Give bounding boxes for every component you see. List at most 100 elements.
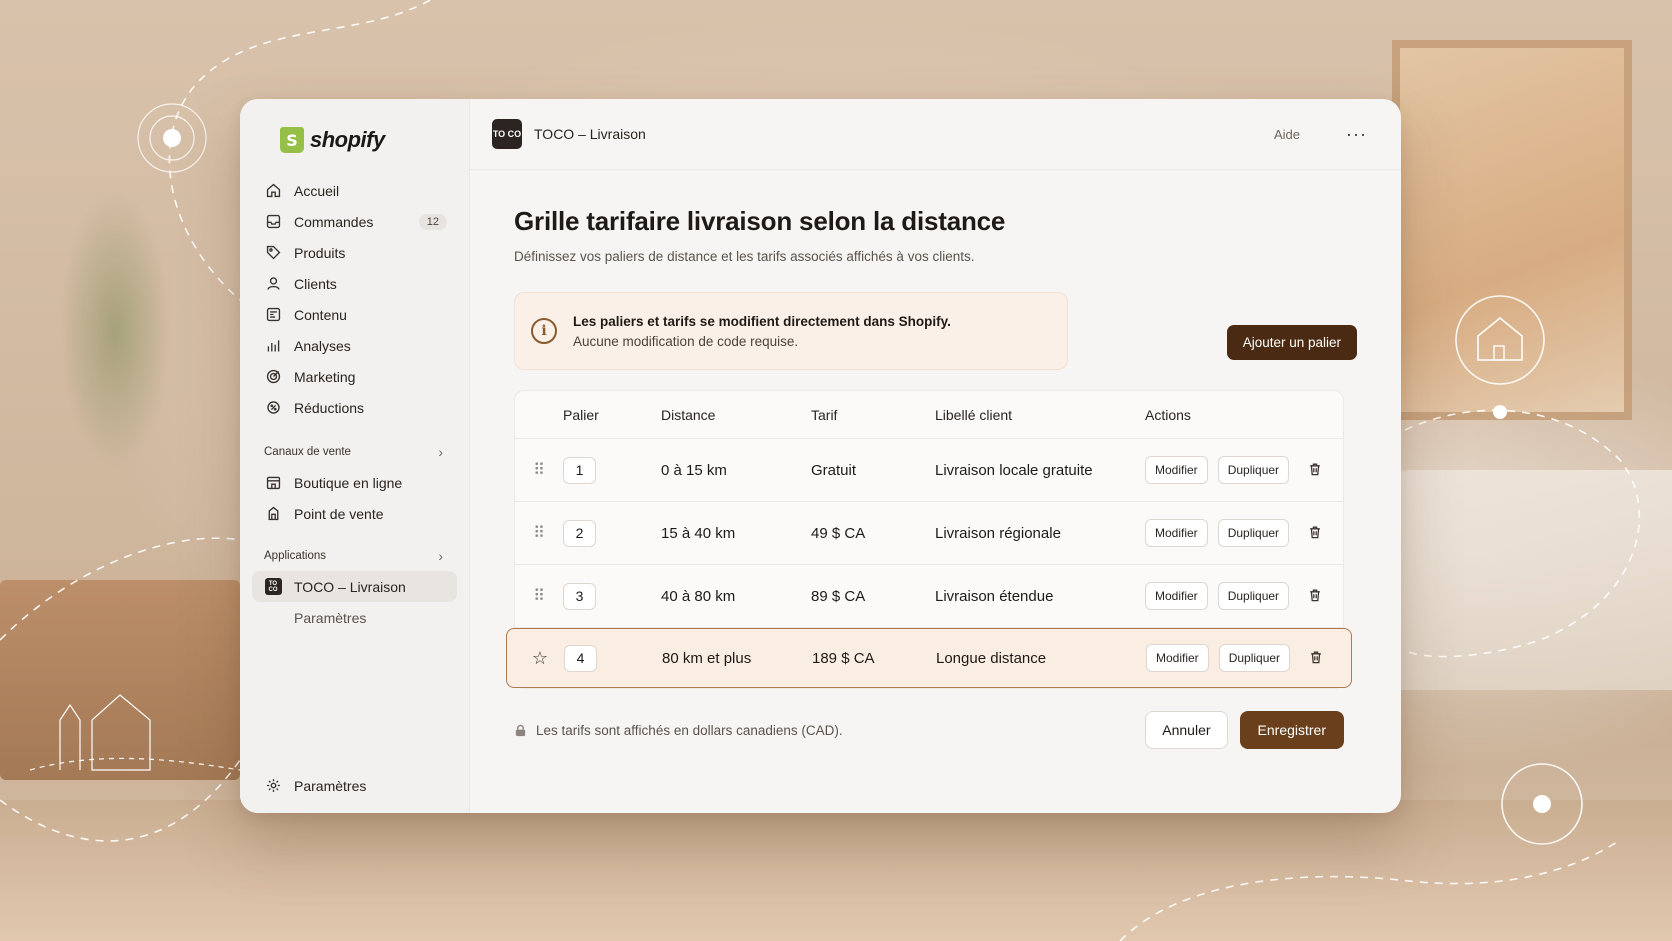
table-row: ⠿ 3 40 à 80 km 89 $ CA Livraison étendue… [515, 565, 1343, 628]
home-icon [264, 182, 282, 200]
shopify-bag-icon: S [280, 127, 304, 153]
duplicate-button[interactable]: Dupliquer [1217, 582, 1290, 610]
drag-handle-icon[interactable]: ⠿ [515, 586, 563, 606]
tarif-cell: 189 $ CA [812, 649, 875, 667]
sidebar-item-label: Point de vente [294, 505, 384, 522]
sidebar-item-accueil[interactable]: Accueil [240, 175, 469, 206]
sidebar-item-settings[interactable]: Paramètres [240, 770, 469, 801]
table-header: Palier Distance Tarif Libellé client Act… [515, 391, 1343, 439]
table-row-highlighted: ☆ 4 80 km et plus 189 $ CA Longue distan… [506, 628, 1352, 688]
table-row: ⠿ 1 0 à 15 km Gratuit Livraison locale g… [515, 439, 1343, 502]
sidebar-item-reductions[interactable]: Réductions [240, 392, 469, 423]
sidebar-item-produits[interactable]: Produits [240, 237, 469, 268]
toco-app-icon: TO CO [264, 578, 282, 596]
cancel-button[interactable]: Annuler [1145, 711, 1228, 749]
section-title: Canaux de vente [264, 446, 351, 458]
tier-number: 2 [563, 519, 596, 547]
main-nav: Accueil Commandes 12 Produits Clients Co… [240, 175, 469, 633]
sidebar-item-commandes[interactable]: Commandes 12 [240, 206, 469, 237]
sidebar-item-clients[interactable]: Clients [240, 268, 469, 299]
tiers-table: Palier Distance Tarif Libellé client Act… [506, 390, 1352, 689]
bar-chart-icon [264, 337, 282, 355]
more-options-icon[interactable]: ··· [1346, 124, 1367, 145]
content-icon [264, 306, 282, 324]
add-tier-button[interactable]: Ajouter un palier [1226, 325, 1357, 360]
applications-header[interactable]: Applications › [240, 541, 469, 571]
target-icon [264, 368, 282, 386]
sidebar-footer: Paramètres [240, 770, 469, 801]
distance-cell: 80 km et plus [662, 649, 752, 667]
sidebar-item-label: TOCO – Livraison [294, 578, 406, 595]
discount-icon [264, 399, 282, 417]
currency-note-text: Les tarifs sont affichés en dollars cana… [536, 722, 843, 738]
label-cell: Longue distance [936, 649, 1047, 667]
info-icon: i [531, 318, 557, 344]
banner-subtitle: Aucune modification de code requise. [573, 333, 799, 349]
info-banner: i Les paliers et tarifs se modifient dir… [514, 292, 1068, 370]
banner-row: i Les paliers et tarifs se modifient dir… [514, 292, 1357, 370]
label-cell: Livraison régionale [935, 524, 1061, 542]
distance-cell: 40 à 80 km [661, 587, 736, 605]
sidebar-item-label: Contenu [294, 306, 347, 323]
column-header-label: Libellé client [935, 406, 1013, 423]
drag-handle-icon[interactable]: ⠿ [515, 523, 563, 543]
sidebar-subitem-parametres[interactable]: Paramètres [240, 602, 469, 633]
sidebar-item-toco-livraison[interactable]: TO CO TOCO – Livraison [252, 571, 457, 602]
column-header-tarif: Tarif [811, 406, 838, 423]
column-header-actions: Actions [1145, 406, 1191, 423]
sidebar-item-analyses[interactable]: Analyses [240, 330, 469, 361]
sidebar-item-marketing[interactable]: Marketing [240, 361, 469, 392]
footer-actions: Annuler Enregistrer [1145, 711, 1344, 749]
chevron-right-icon: › [438, 548, 443, 564]
sidebar-item-label: Analyses [294, 337, 351, 354]
trash-icon[interactable] [1307, 461, 1325, 479]
save-button[interactable]: Enregistrer [1239, 711, 1344, 749]
sales-channels-header[interactable]: Canaux de vente › [240, 437, 469, 467]
sidebar-item-label: Réductions [294, 399, 365, 416]
main-panel: TO CO TOCO – Livraison Aide ··· Grille t… [470, 99, 1401, 813]
tag-icon [264, 244, 282, 262]
shopify-logo[interactable]: S shopify [240, 125, 469, 155]
tier-number: 3 [563, 582, 596, 610]
sidebar: S shopify Accueil Commandes 12 Produits … [240, 99, 470, 813]
sidebar-item-contenu[interactable]: Contenu [240, 299, 469, 330]
duplicate-button[interactable]: Dupliquer [1218, 644, 1291, 672]
sidebar-item-point-de-vente[interactable]: Point de vente [240, 498, 469, 529]
column-header-palier: Palier [563, 406, 599, 423]
toco-logo: TO CO [492, 119, 522, 149]
table-row: ⠿ 2 15 à 40 km 49 $ CA Livraison régiona… [515, 502, 1343, 565]
banner-title: Les paliers et tarifs se modifient direc… [573, 313, 951, 329]
lock-icon [514, 724, 527, 737]
page-title: Grille tarifaire livraison selon la dist… [514, 206, 1006, 236]
app-title: TOCO – Livraison [534, 126, 646, 142]
orders-count-badge: 12 [418, 213, 447, 230]
sidebar-item-label: Accueil [294, 182, 340, 199]
tarif-cell: 89 $ CA [811, 587, 866, 605]
star-icon[interactable]: ☆ [516, 648, 564, 669]
form-footer: Les tarifs sont affichés en dollars cana… [514, 711, 1344, 749]
edit-button[interactable]: Modifier [1145, 582, 1208, 610]
sidebar-item-label: Marketing [294, 368, 356, 385]
drag-handle-icon[interactable]: ⠿ [515, 460, 563, 480]
column-header-distance: Distance [661, 406, 716, 423]
gear-icon [264, 777, 282, 795]
brand-name: shopify [310, 127, 385, 152]
trash-icon[interactable] [1308, 649, 1326, 667]
chevron-right-icon: › [438, 444, 443, 460]
trash-icon[interactable] [1307, 587, 1325, 605]
pos-icon [264, 505, 282, 523]
inbox-icon [264, 213, 282, 231]
duplicate-button[interactable]: Dupliquer [1217, 456, 1290, 484]
tarif-cell: Gratuit [811, 461, 857, 479]
sidebar-item-boutique[interactable]: Boutique en ligne [240, 467, 469, 498]
person-icon [264, 275, 282, 293]
edit-button[interactable]: Modifier [1145, 519, 1208, 547]
trash-icon[interactable] [1307, 524, 1325, 542]
duplicate-button[interactable]: Dupliquer [1217, 519, 1290, 547]
edit-button[interactable]: Modifier [1146, 644, 1209, 672]
label-cell: Livraison locale gratuite [935, 461, 1093, 479]
distance-cell: 0 à 15 km [661, 461, 727, 479]
edit-button[interactable]: Modifier [1145, 456, 1208, 484]
page-subtitle: Définissez vos paliers de distance et le… [514, 249, 975, 264]
help-link[interactable]: Aide [1274, 127, 1300, 142]
